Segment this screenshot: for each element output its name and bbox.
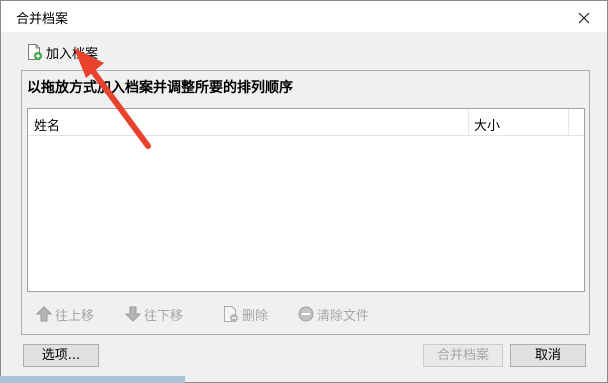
column-divider[interactable] bbox=[568, 109, 569, 135]
move-up-label: 往上移 bbox=[55, 308, 95, 324]
background-strip bbox=[0, 376, 185, 383]
cancel-button[interactable]: 取消 bbox=[510, 344, 586, 367]
instruction-text: 以拖放方式加入档案并调整所要的排列顺序 bbox=[27, 80, 293, 96]
add-files-button[interactable]: 加入档案 bbox=[27, 42, 98, 62]
column-divider[interactable] bbox=[468, 109, 469, 135]
document-add-icon bbox=[27, 43, 43, 61]
arrow-up-icon bbox=[36, 306, 52, 322]
arrow-down-icon bbox=[125, 306, 141, 322]
clear-files-button[interactable]: 清除文件 bbox=[298, 304, 369, 324]
column-header-size[interactable]: 大小 bbox=[474, 115, 500, 134]
document-delete-icon bbox=[224, 306, 238, 322]
close-icon bbox=[578, 12, 590, 23]
move-up-button[interactable]: 往上移 bbox=[36, 304, 94, 324]
file-panel: 以拖放方式加入档案并调整所要的排列顺序 姓名 大小 往上移 往下移 删除 清除文… bbox=[21, 70, 590, 335]
column-header-name[interactable]: 姓名 bbox=[34, 115, 60, 134]
options-button[interactable]: 选项... bbox=[23, 344, 99, 367]
file-list[interactable]: 姓名 大小 bbox=[27, 108, 585, 292]
title-bar: 合并档案 bbox=[1, 1, 607, 32]
clear-circle-icon bbox=[298, 306, 314, 322]
close-button[interactable] bbox=[561, 1, 607, 32]
move-down-button[interactable]: 往下移 bbox=[125, 304, 183, 324]
clear-files-label: 清除文件 bbox=[317, 308, 370, 324]
merge-button[interactable]: 合并档案 bbox=[423, 344, 503, 367]
list-header: 姓名 大小 bbox=[28, 109, 584, 136]
dialog-title: 合并档案 bbox=[16, 12, 69, 27]
merge-dialog: 合并档案 加入档案 以拖放方式加入档案并调整所要的排列顺序 姓名 大小 往上移 … bbox=[0, 0, 608, 383]
move-down-label: 往下移 bbox=[144, 308, 184, 324]
delete-label: 删除 bbox=[242, 308, 269, 324]
delete-button[interactable]: 删除 bbox=[223, 304, 268, 324]
add-files-label: 加入档案 bbox=[46, 46, 99, 62]
